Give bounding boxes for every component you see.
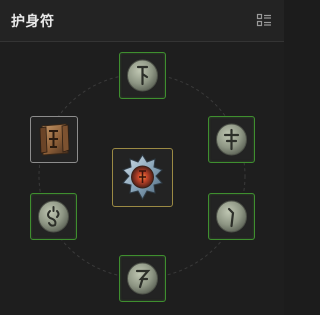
- rune-slot-bottom[interactable]: [119, 255, 166, 302]
- rune-stone-icon: [38, 200, 69, 233]
- rune-stone-icon: [216, 200, 247, 233]
- amulet-panel: 护身符: [0, 0, 284, 315]
- list-view-icon: [256, 13, 271, 27]
- rune-slot-upper-left[interactable]: [30, 116, 78, 163]
- amulet-core-slot[interactable]: [112, 148, 173, 207]
- rune-stone-icon: [216, 123, 247, 156]
- panel-title: 护身符: [11, 14, 55, 30]
- rune-slot-top[interactable]: [119, 52, 166, 99]
- rune-slot-lower-left[interactable]: [30, 193, 77, 240]
- panel-header: 护身符: [0, 0, 284, 42]
- rune-board: [0, 42, 284, 315]
- rune-slot-upper-right[interactable]: [208, 116, 255, 163]
- rune-stone-icon: [127, 262, 158, 295]
- amulet-core-icon: [122, 154, 163, 201]
- list-view-button[interactable]: [256, 13, 272, 29]
- rune-stone-icon: [127, 59, 158, 92]
- rune-slot-lower-right[interactable]: [208, 193, 255, 240]
- rune-tablet-icon: [39, 123, 70, 156]
